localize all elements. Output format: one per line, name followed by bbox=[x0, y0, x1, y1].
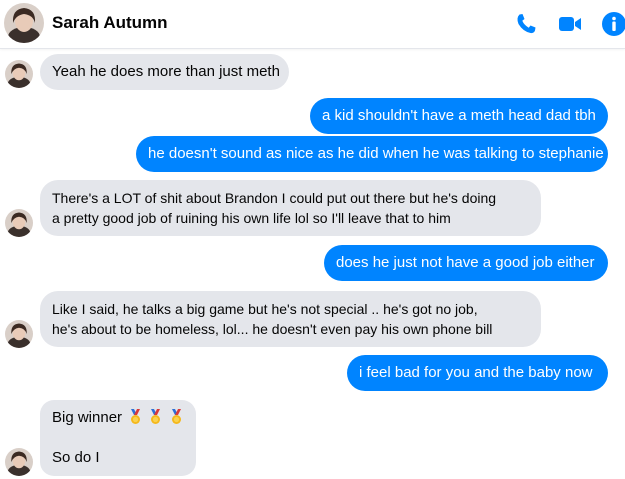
message-bubble[interactable]: does he just not have a good job either bbox=[324, 245, 608, 281]
message-bubble[interactable]: There's a LOT of shit about Brandon I co… bbox=[40, 180, 541, 236]
message-text: i feel bad for you and the baby now bbox=[359, 364, 593, 381]
contact-avatar[interactable] bbox=[4, 3, 44, 43]
message-text: So do I bbox=[52, 449, 100, 466]
message-bubble[interactable]: Yeah he does more than just meth bbox=[40, 54, 289, 90]
sender-avatar[interactable] bbox=[5, 320, 33, 348]
message-bubble[interactable]: Big winner So do I bbox=[40, 400, 196, 476]
message-text: Yeah he does more than just meth bbox=[52, 63, 280, 80]
message-bubble[interactable]: Like I said, he talks a big game but he'… bbox=[40, 291, 541, 347]
message-text: Big winner bbox=[52, 409, 123, 426]
conversation-header: Sarah Autumn bbox=[0, 0, 625, 49]
message-text: a pretty good job of ruining his own lif… bbox=[52, 210, 451, 226]
message-text: a kid shouldn't have a meth head dad tbh bbox=[322, 107, 596, 124]
message-text: Like I said, he talks a big game but he'… bbox=[52, 301, 478, 317]
message-text: he doesn't sound as nice as he did when … bbox=[148, 145, 604, 162]
message-bubble[interactable]: i feel bad for you and the baby now bbox=[347, 355, 608, 391]
sender-avatar[interactable] bbox=[5, 209, 33, 237]
messenger-window: Sarah Autumn Yeah he does more than just… bbox=[0, 0, 625, 479]
info-icon[interactable] bbox=[601, 11, 625, 37]
medal-icon bbox=[171, 409, 181, 424]
contact-name[interactable]: Sarah Autumn bbox=[52, 13, 168, 33]
sender-avatar[interactable] bbox=[5, 60, 33, 88]
message-bubble[interactable]: a kid shouldn't have a meth head dad tbh bbox=[310, 98, 608, 134]
message-text: There's a LOT of shit about Brandon I co… bbox=[52, 190, 497, 206]
message-bubble[interactable]: he doesn't sound as nice as he did when … bbox=[136, 136, 608, 172]
video-call-icon[interactable] bbox=[557, 11, 583, 37]
message-text: does he just not have a good job either bbox=[336, 254, 595, 271]
sender-avatar[interactable] bbox=[5, 448, 33, 476]
medal-icon bbox=[151, 409, 161, 424]
medal-icon bbox=[131, 409, 141, 424]
phone-icon[interactable] bbox=[513, 11, 539, 37]
message-text: he's about to be homeless, lol... he doe… bbox=[52, 321, 493, 337]
